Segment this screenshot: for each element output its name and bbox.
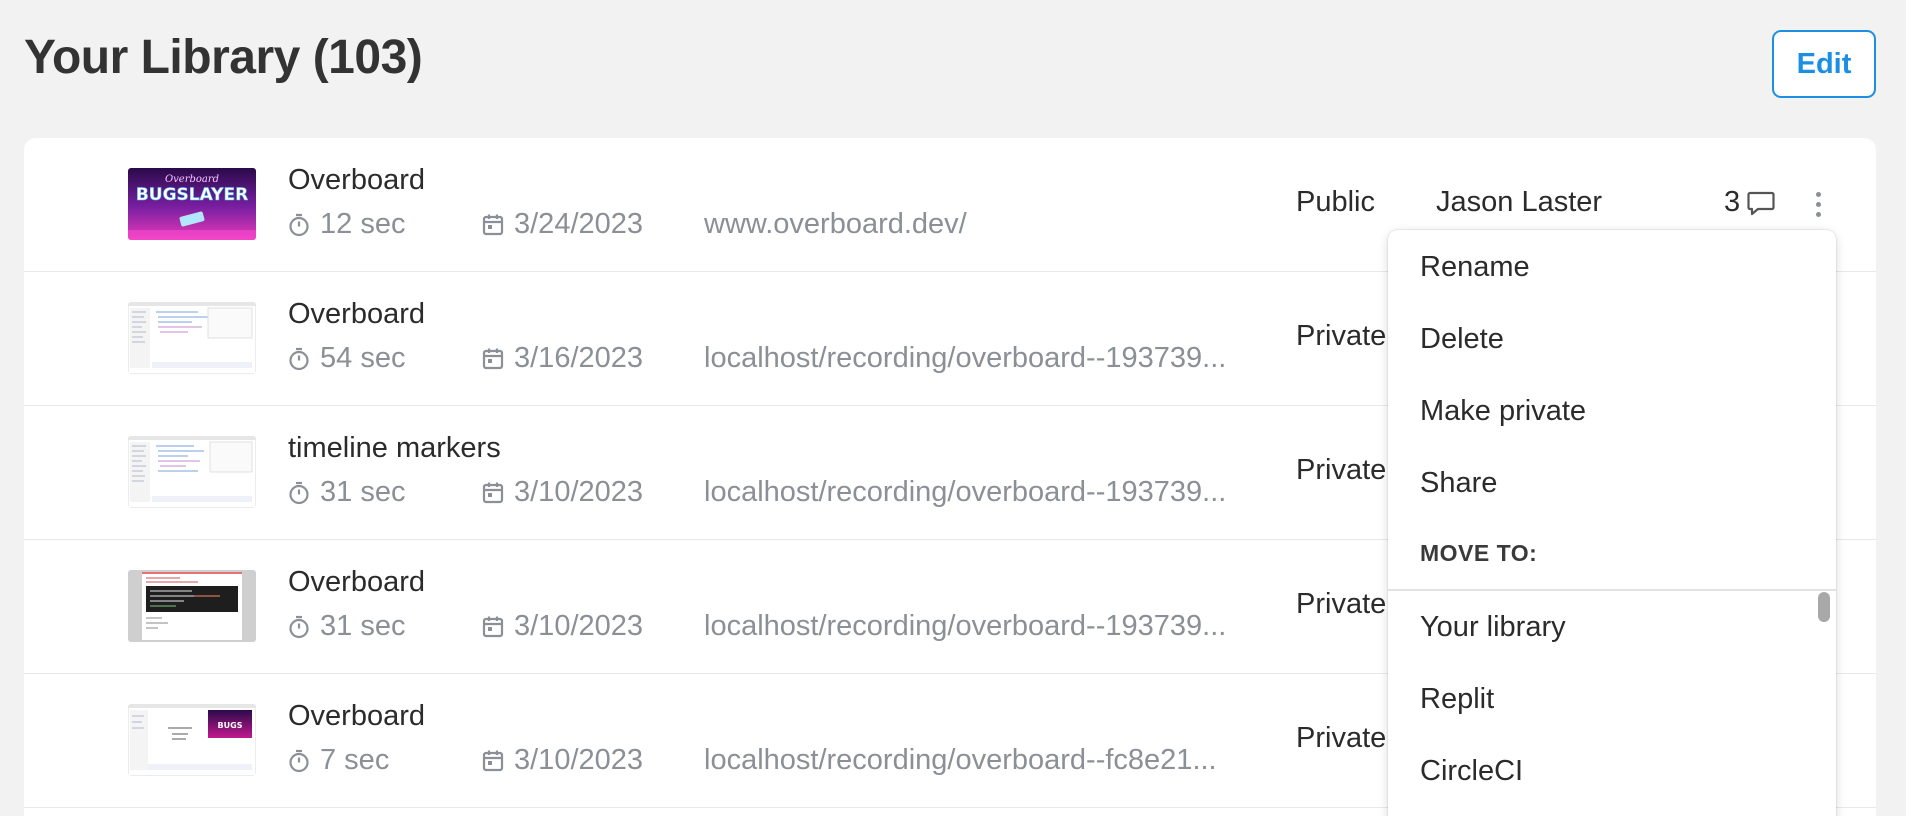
recording-date: 3/10/2023 bbox=[482, 610, 643, 643]
recording-date: 3/10/2023 bbox=[482, 476, 643, 509]
page-title: Your Library (103) bbox=[24, 30, 423, 85]
recording-duration: 54 sec bbox=[288, 342, 405, 375]
stopwatch-icon bbox=[289, 749, 309, 772]
recording-date: 3/24/2023 bbox=[482, 208, 643, 241]
stopwatch-icon bbox=[289, 615, 309, 638]
menu-scrollbar[interactable] bbox=[1818, 592, 1830, 622]
recording-duration: 31 sec bbox=[288, 610, 405, 643]
recording-date: 3/16/2023 bbox=[482, 342, 643, 375]
stopwatch-icon bbox=[289, 213, 309, 236]
menu-item-circleci[interactable]: CircleCI bbox=[1388, 742, 1836, 800]
privacy-status[interactable]: Private bbox=[1296, 722, 1386, 755]
recording-count: (103) bbox=[312, 31, 423, 84]
recording-duration: 31 sec bbox=[288, 476, 405, 509]
menu-divider bbox=[1388, 589, 1836, 591]
recording-url: www.overboard.dev/ bbox=[704, 208, 967, 240]
recording-title[interactable]: timeline markers bbox=[288, 432, 501, 465]
privacy-status[interactable]: Public bbox=[1296, 186, 1375, 219]
recording-thumbnail[interactable]: BUGS bbox=[128, 704, 256, 776]
thumbnail-logo-main: BUGSLAYER bbox=[136, 185, 248, 205]
recording-thumbnail[interactable] bbox=[128, 570, 256, 642]
recording-url: localhost/recording/overboard--fc8e21... bbox=[704, 744, 1217, 776]
recording-context-menu: Rename Delete Make private Share MOVE TO… bbox=[1388, 230, 1836, 816]
privacy-status[interactable]: Private bbox=[1296, 588, 1386, 621]
more-options-icon[interactable] bbox=[1806, 184, 1830, 224]
recording-url: localhost/recording/overboard--193739... bbox=[704, 476, 1227, 508]
recording-title[interactable]: Overboard bbox=[288, 298, 425, 331]
recording-thumbnail[interactable] bbox=[128, 302, 256, 374]
calendar-icon bbox=[482, 616, 504, 637]
move-to-heading: MOVE TO: bbox=[1420, 540, 1538, 566]
menu-item-make-private[interactable]: Make private bbox=[1388, 382, 1836, 440]
recording-thumbnail[interactable]: Overboard BUGSLAYER bbox=[128, 168, 256, 240]
stopwatch-icon bbox=[289, 347, 309, 370]
calendar-icon bbox=[482, 482, 504, 503]
recording-title[interactable]: Overboard bbox=[288, 164, 425, 197]
menu-item-delete[interactable]: Delete bbox=[1388, 310, 1836, 368]
recording-url: localhost/recording/overboard--193739... bbox=[704, 610, 1227, 642]
calendar-icon bbox=[482, 348, 504, 369]
comment-count[interactable]: 3 bbox=[1724, 186, 1776, 219]
edit-button[interactable]: Edit bbox=[1772, 30, 1876, 98]
stopwatch-icon bbox=[289, 481, 309, 504]
calendar-icon bbox=[482, 750, 504, 771]
privacy-status[interactable]: Private bbox=[1296, 320, 1386, 353]
menu-item-rename[interactable]: Rename bbox=[1388, 238, 1836, 296]
recording-title[interactable]: Overboard bbox=[288, 700, 425, 733]
recording-duration: 7 sec bbox=[288, 744, 389, 777]
library-page: Your Library (103) Edit Overboard BUGSLA… bbox=[0, 0, 1906, 816]
svg-text:BUGS: BUGS bbox=[218, 721, 243, 730]
recording-title[interactable]: Overboard bbox=[288, 566, 425, 599]
recording-date: 3/10/2023 bbox=[482, 744, 643, 777]
menu-item-your-library[interactable]: Your library bbox=[1388, 598, 1836, 656]
thumbnail-logo-script: Overboard bbox=[165, 174, 219, 185]
menu-item-replit[interactable]: Replit bbox=[1388, 670, 1836, 728]
calendar-icon bbox=[482, 214, 504, 235]
recording-url: localhost/recording/overboard--193739... bbox=[704, 342, 1227, 374]
recording-owner: Jason Laster bbox=[1436, 186, 1603, 218]
privacy-status[interactable]: Private bbox=[1296, 454, 1386, 487]
recording-duration: 12 sec bbox=[288, 208, 405, 241]
page-title-text: Your Library bbox=[24, 31, 300, 84]
comment-icon bbox=[1747, 191, 1775, 215]
recording-thumbnail[interactable] bbox=[128, 436, 256, 508]
menu-item-share[interactable]: Share bbox=[1388, 454, 1836, 512]
